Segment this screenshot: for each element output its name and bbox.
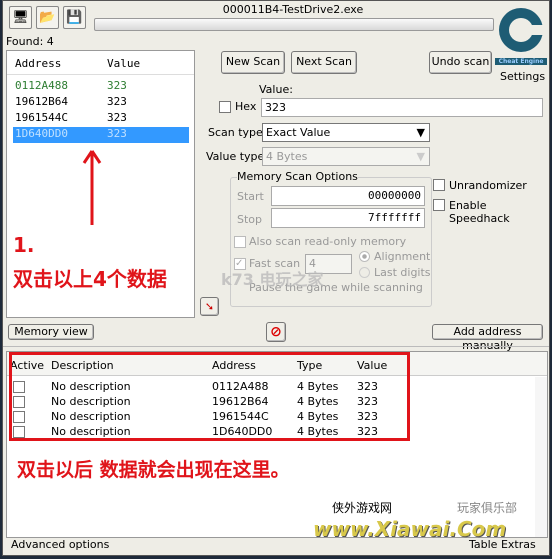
undo-scan-button[interactable]: Undo scan <box>429 51 492 74</box>
add-address-manually-button[interactable]: Add address manually <box>432 324 543 352</box>
stop-input[interactable]: 7fffffff <box>271 208 425 228</box>
start-input[interactable]: 00000000 <box>271 186 425 206</box>
annotation-step: 1. <box>13 233 35 257</box>
watermark-left: 侠外游戏网 <box>332 501 393 515</box>
table-extras-link[interactable]: Table Extras <box>469 538 536 551</box>
pointer-scan-icon[interactable]: ➘ <box>200 297 219 316</box>
cheat-engine-window: 🖥 📂 💾 000011B4-TestDrive2.exe Cheat Engi… <box>2 0 550 556</box>
process-title: 000011B4-TestDrive2.exe <box>222 3 364 16</box>
result-row[interactable]: 1961544C 323 <box>13 111 193 127</box>
stop-icon[interactable]: ⊘ <box>266 322 286 342</box>
value-type-label: Value type <box>206 150 265 163</box>
stop-label: Stop <box>237 213 263 226</box>
result-row[interactable]: 0112A488 323 <box>13 79 193 95</box>
start-label: Start <box>237 190 264 203</box>
result-row[interactable]: 19612B64 323 <box>13 95 193 111</box>
found-count: Found: 4 <box>6 35 54 48</box>
logo-text: Cheat Engine <box>495 58 547 65</box>
value-input[interactable]: 323 <box>261 98 543 117</box>
last-digits-radio[interactable] <box>359 267 370 278</box>
save-icon[interactable]: 💾 <box>63 6 86 29</box>
table-scrollbar[interactable] <box>535 377 547 537</box>
open-file-icon[interactable]: 📂 <box>36 6 59 29</box>
alignment-label: Alignment <box>374 250 431 263</box>
readonly-checkbox[interactable] <box>234 236 246 248</box>
result-row-selected[interactable]: 1D640DD0 323 <box>13 127 189 143</box>
watermark-right: 玩家俱乐部 <box>457 501 518 515</box>
annotation-top: 双击以上4个数据 <box>13 267 167 291</box>
readonly-label: Also scan read-only memory <box>249 235 407 248</box>
chevron-down-icon: ▼ <box>416 126 425 139</box>
memory-view-button[interactable]: Memory view <box>8 324 94 340</box>
alignment-radio[interactable] <box>359 251 370 262</box>
col-address[interactable]: Address <box>15 57 61 70</box>
scan-type-label: Scan type <box>208 126 263 139</box>
cheat-engine-logo[interactable]: Cheat Engine <box>495 5 547 69</box>
memory-scan-options-title: Memory Scan Options <box>237 170 358 183</box>
settings-link[interactable]: Settings <box>500 70 545 83</box>
unrandomizer-checkbox[interactable] <box>433 179 445 191</box>
hex-checkbox[interactable] <box>219 101 231 113</box>
annotation-bottom: 双击以后 数据就会出现在这里。 <box>17 459 290 481</box>
k73-watermark: k73 电玩之家 <box>221 270 324 289</box>
hex-label: Hex <box>235 100 257 113</box>
address-table[interactable]: Active Description Address Type Value No… <box>6 351 548 541</box>
open-process-icon[interactable]: 🖥 <box>9 6 32 29</box>
speedhack-checkbox[interactable] <box>433 199 445 211</box>
col-value[interactable]: Value <box>107 57 140 70</box>
last-digits-label: Last digits <box>374 266 431 279</box>
next-scan-button[interactable]: Next Scan <box>291 51 357 74</box>
value-type-select[interactable]: 4 Bytes ▼ <box>262 147 430 166</box>
unrandomizer-label: Unrandomizer <box>449 179 527 192</box>
speedhack-label: Enable Speedhack <box>449 199 510 225</box>
results-list[interactable]: Address Value 0112A488 323 19612B64 323 19… <box>6 50 195 318</box>
scan-type-select[interactable]: Exact Value ▼ <box>262 123 430 142</box>
scan-progress-bar <box>94 18 494 31</box>
red-arrow-up-icon <box>82 150 102 225</box>
advanced-options-link[interactable]: Advanced options <box>11 538 109 551</box>
value-label: Value: <box>259 83 293 96</box>
annotation-box <box>9 352 410 441</box>
new-scan-button[interactable]: New Scan <box>221 51 285 74</box>
